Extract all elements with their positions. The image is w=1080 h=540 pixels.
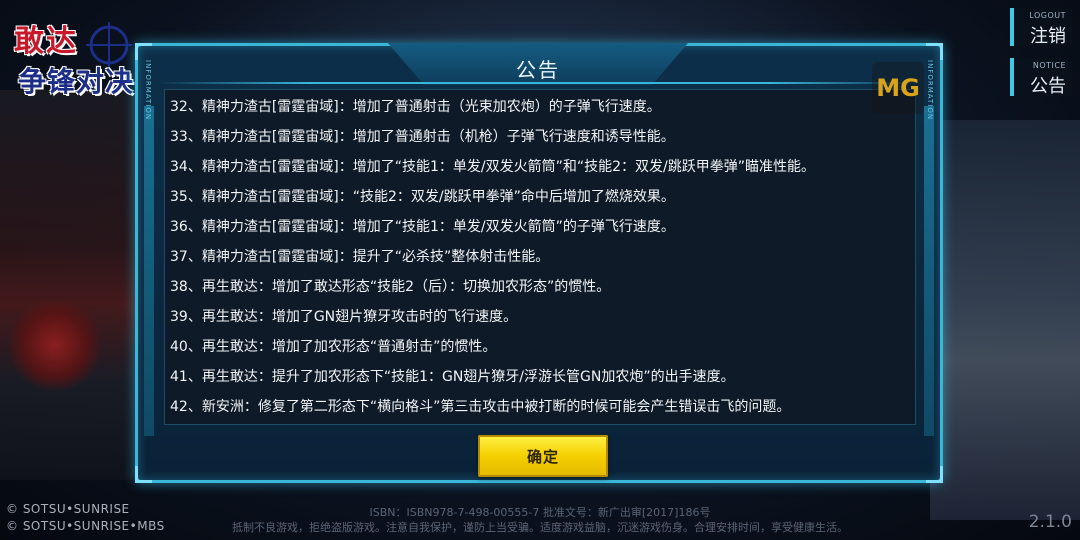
notice-item: 41、再生敢达：提升了加农形态下“技能1：GN翅片獠牙/浮游长管GN加农炮”的出…	[170, 369, 735, 385]
background-mecha-left	[0, 90, 150, 480]
notice-button-en: NOTICE	[1032, 61, 1066, 70]
dialog-corner	[926, 466, 943, 483]
rail-label-right: INFORMATION	[926, 60, 934, 121]
logo-title-line2: 争锋对决	[18, 65, 135, 98]
mg-watermark-badge: MG	[872, 62, 924, 114]
dialog-title: 公告	[516, 58, 560, 82]
notice-item: 39、再生敢达：增加了GN翅片獠牙攻击时的飞行速度。	[170, 309, 518, 325]
notice-item: 36、精神力渣古[雷霆宙域]：增加了“技能1：单发/双发火箭筒”的子弹飞行速度。	[170, 219, 675, 235]
logo-title-line1: 敢达	[14, 24, 78, 59]
dialog-corner	[135, 466, 152, 483]
notice-button-label: 公告	[1030, 76, 1066, 97]
logout-button[interactable]: LOGOUT 注销	[1010, 8, 1072, 47]
notice-item: 42、新安洲：修复了第二形态下“横向格斗”第三击攻击中被打断的时候可能会产生错误…	[170, 399, 791, 415]
notice-item: 37、精神力渣古[雷霆宙域]：提升了“必杀技”整体射击性能。	[170, 249, 550, 265]
game-logo: 敢达 争锋对决	[14, 16, 142, 100]
notice-item: 40、再生敢达：增加了加农形态“普通射击”的惯性。	[170, 339, 497, 355]
dialog-rail-left	[144, 106, 154, 436]
footer-health-notice: 抵制不良游戏，拒绝盗版游戏。注意自我保护，谨防上当受骗。适度游戏益脑，沉迷游戏伤…	[232, 521, 848, 534]
background-mecha-right	[930, 120, 1080, 520]
notice-item: 33、精神力渣古[雷霆宙域]：增加了普通射击（机枪）子弹飞行速度和诱导性能。	[170, 129, 675, 145]
dialog-corner	[135, 43, 152, 60]
footer-isbn: ISBN：ISBN978-7-498-00555-7 批准文号：新广出审[201…	[369, 506, 711, 519]
logout-button-label: 注销	[1030, 26, 1066, 47]
notice-item: 38、再生敢达：增加了敢达形态“技能2（后）：切换加农形态”的惯性。	[170, 279, 611, 295]
notice-dialog: INFORMATION INFORMATION 公告 32、精神力渣古[雷霆宙域…	[135, 43, 943, 483]
notice-item: 34、精神力渣古[雷霆宙域]：增加了“技能1：单发/双发火箭筒”和“技能2：双发…	[170, 159, 815, 175]
notice-item: 35、精神力渣古[雷霆宙域]：“技能2：双发/跳跃甲拳弹”命中后增加了燃烧效果。	[170, 189, 675, 205]
background-mecha-glow	[10, 300, 100, 390]
notice-button[interactable]: NOTICE 公告	[1010, 58, 1072, 97]
version-label: 2.1.0	[1028, 512, 1072, 532]
logout-button-en: LOGOUT	[1029, 11, 1066, 20]
notice-item: 32、精神力渣古[雷霆宙域]：增加了普通射击（光束加农炮）的子弹飞行速度。	[170, 99, 661, 115]
rail-label-left: INFORMATION	[144, 60, 152, 121]
dialog-corner	[926, 43, 943, 60]
dialog-rail-right	[924, 106, 934, 436]
confirm-button[interactable]: 确定	[478, 435, 608, 477]
notice-content[interactable]: 32、精神力渣古[雷霆宙域]：增加了普通射击（光束加农炮）的子弹飞行速度。 33…	[164, 89, 916, 425]
